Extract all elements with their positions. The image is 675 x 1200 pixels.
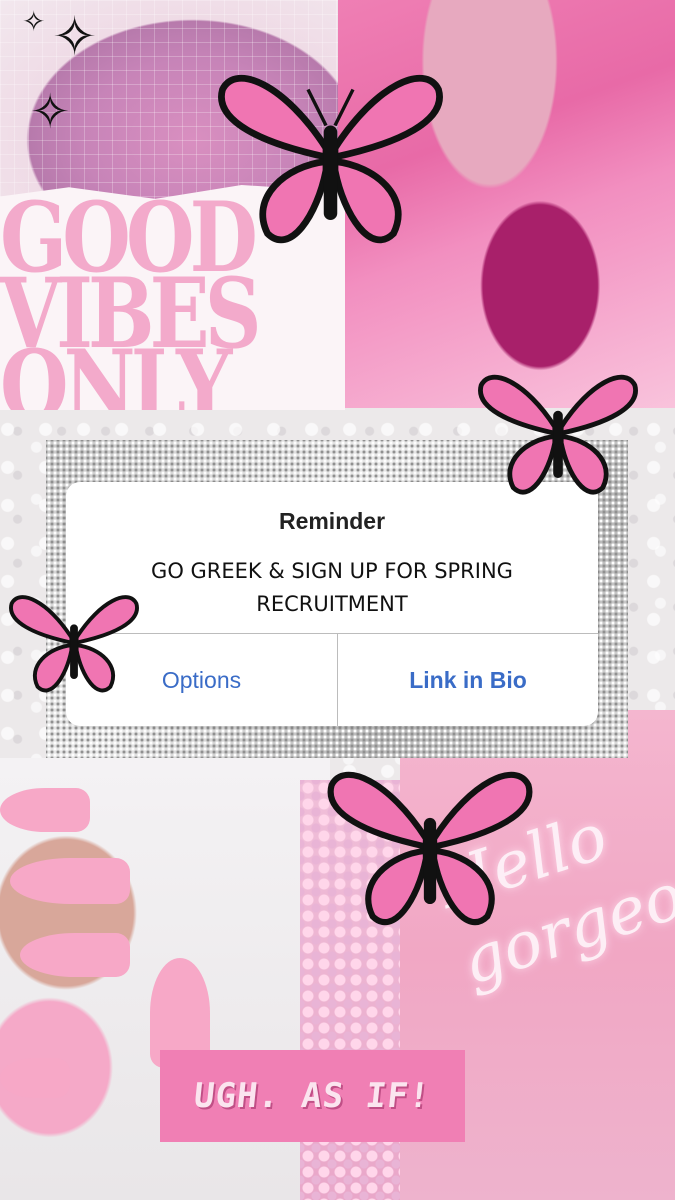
butterfly-icon bbox=[9, 595, 139, 693]
butterfly-icon bbox=[218, 75, 443, 244]
nail-shape bbox=[10, 858, 130, 904]
nail-shape bbox=[0, 1058, 70, 1098]
butterfly-icon bbox=[478, 374, 638, 495]
nail-shape bbox=[0, 788, 90, 832]
sparkle-icon: ✧ bbox=[22, 5, 46, 38]
alert-title: Reminder bbox=[278, 508, 386, 534]
link-in-bio-button[interactable]: Link in Bio bbox=[338, 634, 598, 726]
sparkle-icon: ✧ bbox=[30, 84, 71, 140]
nail-shape bbox=[20, 933, 130, 977]
ugh-as-if-sticker: UGH. AS IF! bbox=[160, 1050, 465, 1142]
butterfly-icon bbox=[327, 771, 533, 926]
alert-message: GO GREEK & SIGN UP FOR SPRING RECRUITMEN… bbox=[151, 559, 513, 616]
sparkle-icon: ✧ bbox=[52, 5, 98, 68]
sticker-text: UGH. AS IF! bbox=[192, 1076, 433, 1116]
poster-line: ONLY bbox=[0, 329, 232, 411]
reminder-alert: Reminder GO GREEK & SIGN UP FOR SPRING R… bbox=[66, 482, 598, 726]
